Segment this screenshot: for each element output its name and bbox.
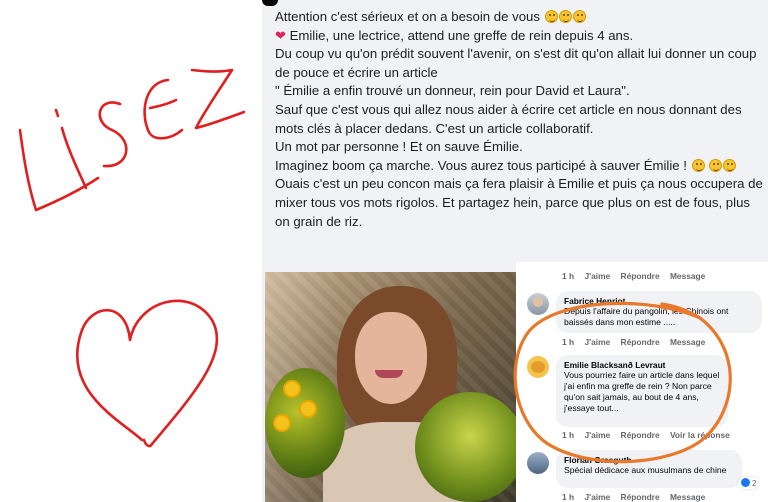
reply-link[interactable]: Répondre (621, 337, 660, 347)
photo-plant (415, 392, 516, 502)
avatar[interactable] (527, 293, 549, 315)
heart-drawing (75, 299, 219, 448)
handwriting-panel (0, 0, 262, 502)
view-reply-link[interactable]: Voir la réponse (670, 430, 730, 440)
post-line: Imaginez boom ça marche. Vous aurez tous… (275, 157, 763, 176)
grinning-emoji-icon (544, 10, 558, 23)
reaction-count: 2 (752, 479, 757, 488)
post-line: Sauf que c'est vous qui allez nous aider… (275, 101, 742, 136)
like-link[interactable]: J'aime (584, 337, 610, 347)
grinning-emoji-icon (691, 158, 705, 172)
grinning-emoji-icon (723, 158, 737, 172)
comment-bubble: Emilie Blacksanð Levraut Vous pourriez f… (556, 355, 728, 427)
letter-s (98, 101, 128, 168)
post-line: " Émilie a enfin trouvé un donneur, rein… (275, 83, 630, 99)
post-text: Attention c'est sérieux et on a besoin d… (275, 8, 763, 231)
like-link[interactable]: J'aime (584, 492, 610, 502)
post-line: ❤ Emilie, une lectrice, attend une greff… (275, 27, 634, 43)
letter-z (190, 68, 246, 130)
comment-author[interactable]: Fabrice Henriot (564, 296, 754, 306)
comment-bubble: Fabrice Henriot Depuis l'affaire du pang… (556, 291, 762, 333)
comment-bubble: Florian Grasguth Spécial dédicace aux mu… (556, 450, 742, 488)
comment-time: 1 h (562, 337, 575, 347)
comment-text: Vous pourriez faire un article dans lequ… (564, 370, 720, 413)
photo-flower (273, 414, 291, 432)
comment-text: Depuis l'affaire du pangolin, les Chinoi… (564, 306, 729, 327)
photo-flower (283, 380, 301, 398)
reply-link[interactable]: Répondre (621, 271, 660, 281)
letter-l (18, 128, 100, 212)
photo-flower (299, 400, 317, 418)
photo-face (355, 312, 427, 404)
grinning-emoji-icon (558, 10, 572, 23)
like-reaction-icon (741, 478, 750, 487)
comment-author[interactable]: Florian Grasguth (564, 455, 734, 465)
comment-text: Spécial dédicace aux musulmans de chine (564, 465, 727, 475)
photo-mouth (375, 370, 403, 378)
post-line: Ouais c'est un peu concon mais ça fera p… (275, 176, 763, 229)
comment-author[interactable]: Emilie Blacksanð Levraut (564, 360, 720, 370)
comment-actions: 1 h J'aime Répondre Message (562, 271, 713, 281)
comment-actions: 1 h J'aime Répondre Voir la réponse (562, 430, 738, 440)
post-line: Attention c'est sérieux et on a besoin d… (275, 8, 763, 27)
comment-actions: 1 h J'aime Répondre Message (562, 337, 713, 347)
reply-link[interactable]: Répondre (621, 492, 660, 502)
post-line: Un mot par personne ! Et on sauve Émilie… (275, 139, 523, 155)
message-link[interactable]: Message (670, 271, 705, 281)
like-link[interactable]: J'aime (584, 430, 610, 440)
comment-time: 1 h (562, 271, 575, 281)
reaction-badge[interactable]: 2 (738, 477, 760, 489)
comment-time: 1 h (562, 492, 575, 502)
heart-icon: ❤ (275, 27, 286, 43)
avatar[interactable] (527, 452, 549, 474)
message-link[interactable]: Message (670, 337, 705, 347)
avatar[interactable] (527, 356, 549, 378)
letter-e (143, 78, 184, 140)
message-link[interactable]: Message (670, 492, 705, 502)
like-link[interactable]: J'aime (584, 271, 610, 281)
post-photo[interactable] (265, 272, 516, 502)
comment-actions: 1 h J'aime Répondre Message (562, 492, 713, 502)
handwriting-drawing (18, 68, 246, 448)
comment-time: 1 h (562, 430, 575, 440)
reply-link[interactable]: Répondre (621, 430, 660, 440)
grinning-emoji-icon (572, 10, 586, 23)
post-line: Du coup vu qu'on prédit souvent l'avenir… (275, 46, 757, 80)
grinning-emoji-icon (709, 158, 723, 172)
letter-i (54, 108, 88, 190)
